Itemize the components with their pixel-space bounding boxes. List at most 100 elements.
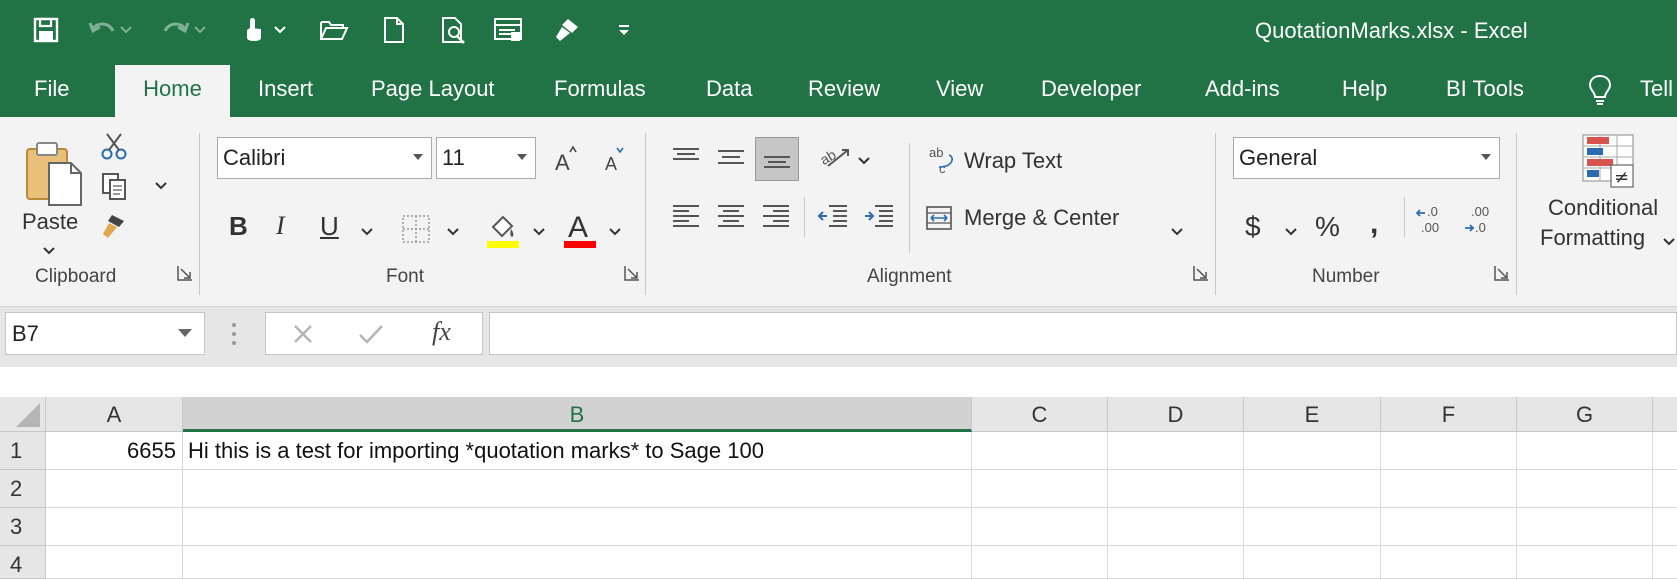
- align-left-icon[interactable]: [668, 197, 704, 233]
- format-painter-icon[interactable]: [552, 12, 584, 48]
- align-center-icon[interactable]: [713, 197, 749, 233]
- drag-handle-icon[interactable]: [228, 318, 240, 350]
- tab-data[interactable]: Data: [684, 61, 774, 117]
- merge-center-icon[interactable]: [924, 203, 954, 233]
- merge-center-button[interactable]: Merge & Center: [964, 205, 1119, 231]
- row-header-3[interactable]: 3: [0, 508, 46, 546]
- new-file-icon[interactable]: [378, 12, 410, 48]
- cell-c1[interactable]: [972, 432, 1108, 470]
- cell-g1[interactable]: [1517, 432, 1653, 470]
- tab-review[interactable]: Review: [786, 61, 902, 117]
- alignment-launcher-icon[interactable]: [1193, 265, 1209, 281]
- paste-dropdown-icon[interactable]: [42, 246, 56, 256]
- save-icon[interactable]: [30, 12, 62, 48]
- cell-h1[interactable]: [1653, 432, 1677, 470]
- column-header-d[interactable]: D: [1108, 397, 1244, 432]
- font-launcher-icon[interactable]: [624, 265, 640, 281]
- cell-f3[interactable]: [1381, 508, 1517, 546]
- font-color-dropdown-icon[interactable]: [608, 227, 622, 237]
- tab-bi-tools[interactable]: BI Tools: [1424, 61, 1546, 117]
- number-format-combo[interactable]: General: [1233, 137, 1500, 179]
- increase-indent-icon[interactable]: [861, 197, 897, 233]
- copy-dropdown-icon[interactable]: [154, 181, 168, 191]
- column-header-a[interactable]: A: [46, 397, 183, 432]
- column-header-b[interactable]: B: [183, 397, 972, 432]
- touch-dropdown-icon[interactable]: [272, 12, 288, 48]
- row-header-1[interactable]: 1: [0, 432, 46, 470]
- cell-f4[interactable]: [1381, 546, 1517, 579]
- cell-d1[interactable]: [1108, 432, 1244, 470]
- font-size-combo[interactable]: 11: [436, 137, 536, 179]
- cell-b4[interactable]: [183, 546, 972, 579]
- cell-f2[interactable]: [1381, 470, 1517, 508]
- cell-d2[interactable]: [1108, 470, 1244, 508]
- format-painter-brush-icon[interactable]: [98, 211, 130, 241]
- cell-d4[interactable]: [1108, 546, 1244, 579]
- insert-function-button[interactable]: fx: [432, 317, 451, 347]
- column-header-f[interactable]: F: [1381, 397, 1517, 432]
- wrap-text-icon[interactable]: ab c: [926, 143, 956, 177]
- fill-color-dropdown-icon[interactable]: [532, 227, 546, 237]
- cell-a4[interactable]: [46, 546, 183, 579]
- name-box[interactable]: B7: [5, 312, 205, 355]
- touch-mode-icon[interactable]: [238, 12, 270, 48]
- column-header-g[interactable]: G: [1517, 397, 1653, 432]
- lightbulb-icon[interactable]: [1584, 72, 1616, 108]
- tab-view[interactable]: View: [914, 61, 1005, 117]
- row-header-4[interactable]: 4: [0, 546, 46, 579]
- cell-e1[interactable]: [1244, 432, 1381, 470]
- cell-e4[interactable]: [1244, 546, 1381, 579]
- cell-h4[interactable]: [1653, 546, 1677, 579]
- column-header-h[interactable]: [1653, 397, 1677, 432]
- redo-dropdown-icon[interactable]: [192, 12, 208, 48]
- cell-e3[interactable]: [1244, 508, 1381, 546]
- align-bottom-icon[interactable]: [755, 137, 799, 181]
- select-all-corner[interactable]: [0, 397, 46, 432]
- cell-d3[interactable]: [1108, 508, 1244, 546]
- clipboard-launcher-icon[interactable]: [177, 265, 193, 281]
- undo-icon[interactable]: [86, 12, 118, 48]
- print-preview-icon[interactable]: [438, 12, 470, 48]
- cell-b3[interactable]: [183, 508, 972, 546]
- borders-dropdown-icon[interactable]: [446, 227, 460, 237]
- wrap-text-button[interactable]: Wrap Text: [964, 148, 1062, 174]
- cell-g2[interactable]: [1517, 470, 1653, 508]
- conditional-formatting-dropdown-icon[interactable]: [1662, 237, 1676, 247]
- increase-decimal-icon[interactable]: .0.00: [1414, 199, 1452, 239]
- paste-icon[interactable]: [22, 129, 86, 219]
- cell-c4[interactable]: [972, 546, 1108, 579]
- cut-icon[interactable]: [98, 131, 130, 161]
- cell-c3[interactable]: [972, 508, 1108, 546]
- borders-icon[interactable]: [400, 213, 432, 245]
- tab-home[interactable]: Home: [115, 65, 230, 117]
- tab-developer[interactable]: Developer: [1019, 61, 1163, 117]
- conditional-formatting-label-2[interactable]: Formatting: [1540, 225, 1645, 251]
- fill-color-icon[interactable]: [484, 209, 522, 249]
- tell-me-box[interactable]: Tell: [1620, 61, 1673, 117]
- form-icon[interactable]: [492, 12, 524, 48]
- cell-h3[interactable]: [1653, 508, 1677, 546]
- underline-dropdown-icon[interactable]: [360, 227, 374, 237]
- tab-page-layout[interactable]: Page Layout: [349, 61, 517, 117]
- decrease-indent-icon[interactable]: [815, 197, 851, 233]
- align-middle-icon[interactable]: [713, 139, 749, 175]
- cell-b1[interactable]: Hi this is a test for importing *quotati…: [183, 432, 972, 470]
- cell-a3[interactable]: [46, 508, 183, 546]
- open-icon[interactable]: [318, 12, 350, 48]
- currency-icon[interactable]: $: [1245, 211, 1261, 243]
- column-header-e[interactable]: E: [1244, 397, 1381, 432]
- comma-style-icon[interactable]: ,: [1370, 207, 1378, 241]
- orientation-dropdown-icon[interactable]: [857, 156, 871, 166]
- cancel-icon[interactable]: [288, 319, 318, 349]
- percent-icon[interactable]: %: [1315, 211, 1340, 243]
- currency-dropdown-icon[interactable]: [1284, 227, 1298, 237]
- chevron-down-icon[interactable]: [1481, 154, 1491, 160]
- paste-label[interactable]: Paste: [22, 209, 78, 235]
- merge-dropdown-icon[interactable]: [1170, 227, 1184, 237]
- orientation-icon[interactable]: ab: [815, 137, 855, 177]
- cell-g3[interactable]: [1517, 508, 1653, 546]
- underline-button[interactable]: U: [320, 211, 339, 242]
- tab-file[interactable]: File: [12, 61, 91, 117]
- cell-e2[interactable]: [1244, 470, 1381, 508]
- cell-b2[interactable]: [183, 470, 972, 508]
